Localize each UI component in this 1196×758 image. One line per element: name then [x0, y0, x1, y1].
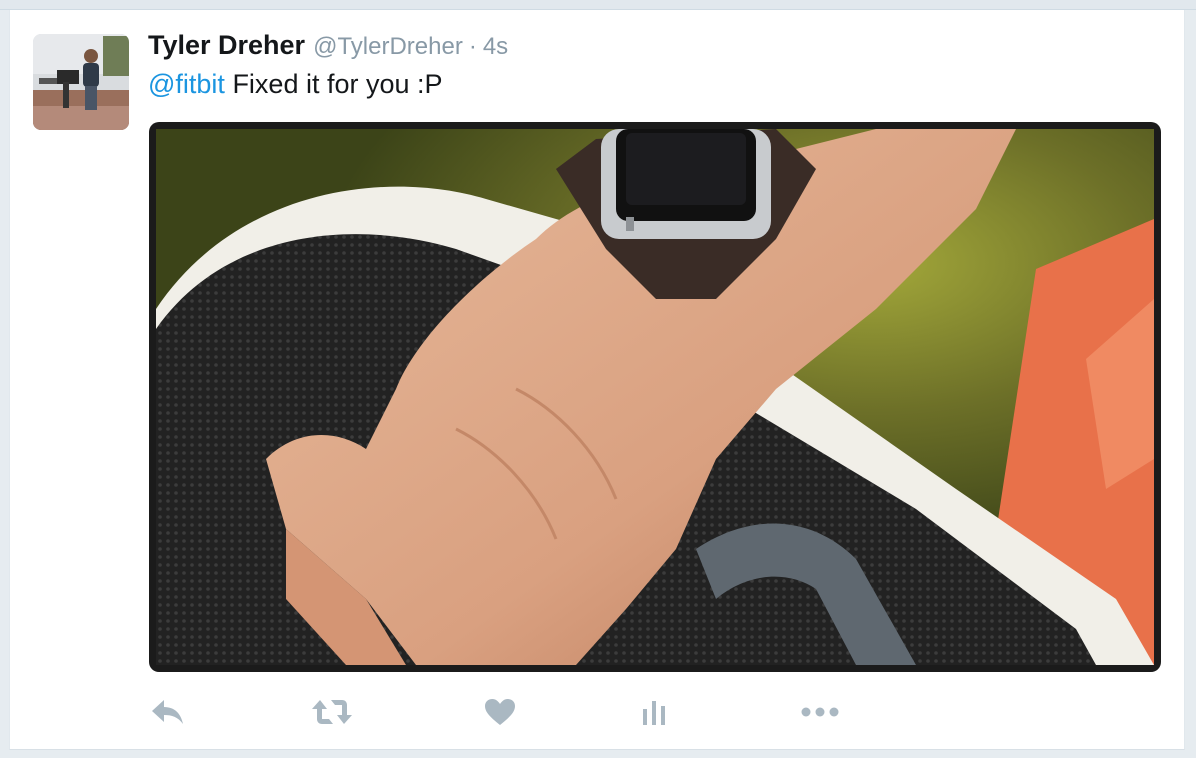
author-username[interactable]: @TylerDreher	[313, 33, 463, 61]
more-button[interactable]	[798, 692, 842, 732]
header-separator: ·	[468, 33, 477, 60]
like-button[interactable]	[480, 692, 520, 732]
media-photo	[156, 129, 1154, 665]
analytics-button[interactable]	[636, 692, 672, 732]
like-icon	[485, 699, 515, 725]
top-divider	[0, 0, 1196, 10]
avatar[interactable]	[33, 34, 129, 130]
tweet-card[interactable]: Tyler Dreher @TylerDreher · 4s @fitbit F…	[9, 10, 1185, 750]
bottom-divider	[0, 750, 1196, 758]
more-icon	[801, 707, 839, 717]
mention-link[interactable]: @fitbit	[148, 69, 225, 99]
retweet-icon	[312, 700, 352, 724]
author-fullname[interactable]: Tyler Dreher	[148, 30, 305, 61]
analytics-icon	[643, 701, 665, 725]
avatar-photo	[33, 34, 129, 130]
reply-icon	[152, 700, 183, 724]
tweet-timestamp[interactable]: 4s	[483, 33, 508, 61]
tweet-media[interactable]	[149, 122, 1161, 672]
retweet-button[interactable]	[310, 692, 354, 732]
tweet-header: Tyler Dreher @TylerDreher · 4s	[148, 30, 508, 64]
tweet-body: Fixed it for you :P	[224, 69, 443, 99]
tweet-text: @fitbit Fixed it for you :P	[148, 69, 443, 100]
reply-button[interactable]	[148, 692, 188, 732]
